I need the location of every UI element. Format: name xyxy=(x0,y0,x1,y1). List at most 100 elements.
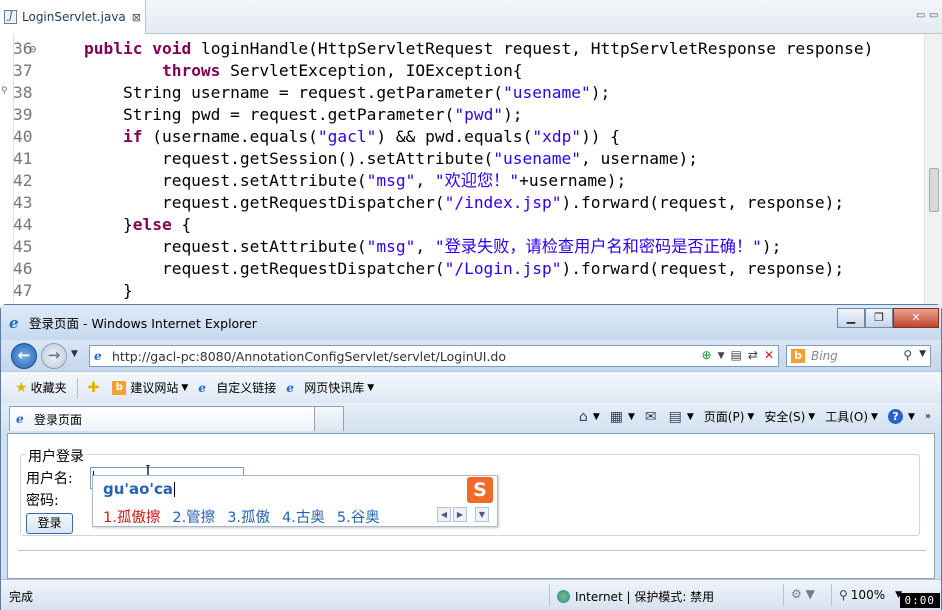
suggested-sites-label: 建议网站 xyxy=(130,381,179,395)
editor-scroll-thumb[interactable] xyxy=(929,168,939,212)
tools-menu[interactable]: 工具(O) ▼ xyxy=(825,408,878,425)
login-button[interactable]: 登录 xyxy=(26,513,73,534)
address-field[interactable]: e http://gacl-pc:8080/AnnotationConfigSe… xyxy=(89,345,779,367)
chevron-down-icon: ▼ xyxy=(367,382,375,393)
feeds-button[interactable]: ▦ ▼ xyxy=(610,409,635,425)
code-line[interactable]: 46 request.getRequestDispatcher("/Login.… xyxy=(13,258,873,280)
page-menu[interactable]: 页面(P) ▼ xyxy=(704,408,755,425)
favorites-button[interactable]: ★ 收藏夹 xyxy=(15,379,67,396)
back-button[interactable]: ← xyxy=(11,343,37,369)
maximize-icon[interactable]: ▭ xyxy=(929,10,938,21)
toolbar-overflow[interactable]: » xyxy=(925,411,931,422)
history-dropdown-icon[interactable]: ▼ xyxy=(71,349,78,359)
line-number: 45 xyxy=(13,237,33,256)
bing-icon: b xyxy=(112,380,127,395)
home-icon: ⌂ xyxy=(578,408,588,425)
security-zone[interactable]: Internet | 保护模式: 禁用 xyxy=(557,588,714,605)
horizontal-rule xyxy=(18,550,926,551)
stop-icon[interactable]: ✕ xyxy=(764,348,774,364)
code-token: )) { xyxy=(581,127,621,146)
code-token: request.getSession().setAttribute( xyxy=(45,149,494,168)
code-token: , username); xyxy=(581,149,698,168)
new-tab-button[interactable] xyxy=(314,406,344,431)
code-keyword: void xyxy=(152,39,192,58)
code-line[interactable]: 44 }else { xyxy=(13,214,873,236)
ime-composition: gu'ao'ca xyxy=(103,480,176,498)
custom-links-link[interactable]: e 自定义链接 xyxy=(198,379,276,396)
code-line[interactable]: 41 request.getSession().setAttribute("us… xyxy=(13,148,873,170)
ie-logo-icon: e xyxy=(9,313,19,332)
code-line[interactable]: 43 request.getRequestDispatcher("/index.… xyxy=(13,192,873,214)
print-button[interactable]: ▤ ▼ xyxy=(669,409,694,425)
code-line[interactable]: 45 request.setAttribute("msg", "登录失败，请检查… xyxy=(13,236,873,258)
address-url: http://gacl-pc:8080/AnnotationConfigServ… xyxy=(112,348,507,364)
code-text[interactable]: 36 ⊖ public void loginHandle(HttpServletR… xyxy=(13,38,873,302)
code-token: request.setAttribute( xyxy=(45,171,367,190)
rss-icon: ▦ xyxy=(609,408,623,425)
code-token: String pwd = request.getParameter( xyxy=(45,105,455,124)
code-line[interactable]: 36 ⊖ public void loginHandle(HttpServletR… xyxy=(13,38,873,60)
ie-title-bar[interactable]: e 登录页面 - Windows Internet Explorer ▁ ❐ ✕ xyxy=(1,305,941,340)
command-bar: ⌂ ▼ ▦ ▼ ✉ ▤ ▼ 页面(P) ▼ 安全(S) ▼ 工具(O) ▼ ? ▼ » xyxy=(569,408,931,425)
search-placeholder: Bing xyxy=(811,349,838,363)
ime-candidate[interactable]: 4.古奥 xyxy=(282,506,325,527)
mail-button[interactable]: ✉ xyxy=(645,409,659,425)
web-slice-gallery-link[interactable]: e 网页快讯库 ▼ xyxy=(286,379,374,396)
chevron-down-icon: ▼ xyxy=(907,411,915,422)
address-dropdown-icon[interactable]: ▼ xyxy=(718,348,725,364)
code-line[interactable]: 37 throws ServletException, IOException{ xyxy=(13,60,873,82)
add-favorite-button[interactable]: ✚ xyxy=(88,380,103,396)
tab-login-page[interactable]: e 登录页面 xyxy=(9,406,315,431)
ime-next-icon[interactable]: ▶ xyxy=(453,507,467,522)
suggested-sites-link[interactable]: b 建议网站 ▼ xyxy=(112,379,188,396)
compat-page-icon[interactable]: ▤ xyxy=(731,348,742,364)
code-editor[interactable]: ⚲ 36 ⊖ public void loginHandle(HttpServle… xyxy=(0,34,942,306)
search-dropdown-icon[interactable]: ▼ xyxy=(919,349,926,359)
tab-title: 登录页面 xyxy=(34,412,83,427)
ime-candidate[interactable]: 2.管擦 xyxy=(172,506,215,527)
ime-candidate[interactable]: 5.谷奥 xyxy=(337,506,380,527)
refresh-icon[interactable]: ⇄ xyxy=(748,348,758,364)
minimize-icon[interactable]: ▭ xyxy=(916,10,925,21)
minimize-button[interactable]: ▁ xyxy=(837,308,865,328)
sogou-logo-icon[interactable]: S xyxy=(467,477,493,503)
code-line[interactable]: 47 } xyxy=(13,280,873,302)
close-icon[interactable]: ⊠ xyxy=(132,11,141,24)
code-line[interactable]: 40 if (username.equals("gacl") && pwd.eq… xyxy=(13,126,873,148)
globe-icon xyxy=(557,590,570,603)
forward-button[interactable]: → xyxy=(41,343,67,369)
address-toolbar: ← → ▼ e http://gacl-pc:8080/AnnotationCo… xyxy=(1,340,941,371)
search-field[interactable]: b Bing ⚲ ▼ xyxy=(786,345,931,367)
close-button[interactable]: ✕ xyxy=(893,308,939,328)
code-token: String username = request.getParameter( xyxy=(45,83,504,102)
maximize-button[interactable]: ❐ xyxy=(865,308,893,328)
code-line[interactable]: 39 String pwd = request.getParameter("pw… xyxy=(13,104,873,126)
chevron-down-icon: ▼ xyxy=(808,411,816,422)
zoom-control[interactable]: ⚲ 100% ▼ xyxy=(839,588,902,602)
fold-icon[interactable]: ⊖ xyxy=(29,38,36,60)
safety-menu[interactable]: 安全(S) ▼ xyxy=(764,408,815,425)
home-button[interactable]: ⌂ ▼ xyxy=(579,409,600,425)
status-text: 完成 xyxy=(9,590,34,604)
help-menu[interactable]: ? ▼ xyxy=(887,409,915,424)
code-line[interactable]: 38 String username = request.getParamete… xyxy=(13,82,873,104)
editor-tab-loginservlet[interactable]: J LoginServlet.java ⊠ xyxy=(0,0,146,34)
compatibility-view-icon[interactable]: ⊕ xyxy=(702,348,712,364)
ime-candidate[interactable]: 1.孤傲擦 xyxy=(103,506,160,527)
web-slice-icon: e xyxy=(286,380,294,395)
protected-mode-icon[interactable]: ⚙ ▼ xyxy=(791,587,815,601)
editor-scrollbar[interactable] xyxy=(924,34,942,306)
code-line[interactable]: 42 request.setAttribute("msg", "欢迎您！"+us… xyxy=(13,170,873,192)
ie-window: e 登录页面 - Windows Internet Explorer ▁ ❐ ✕… xyxy=(0,304,942,610)
username-label: 用户名: xyxy=(26,471,73,487)
password-label: 密码: xyxy=(26,493,59,509)
ime-candidate[interactable]: 3.孤傲 xyxy=(227,506,270,527)
chevron-down-icon: ▼ xyxy=(871,411,878,422)
ime-expand-icon[interactable]: ▼ xyxy=(475,507,489,522)
ime-prev-icon[interactable]: ◀ xyxy=(437,507,451,522)
code-string: "msg" xyxy=(366,171,416,190)
code-string: "登录失败，请检查用户名和密码是否正确！" xyxy=(434,237,762,256)
ime-candidate-window: gu'ao'ca S 1.孤傲擦 2.管擦 3.孤傲 4.古奥 5.谷奥 ◀ ▶… xyxy=(92,475,498,527)
code-token: } xyxy=(45,215,133,234)
search-icon[interactable]: ⚲ xyxy=(903,348,912,362)
